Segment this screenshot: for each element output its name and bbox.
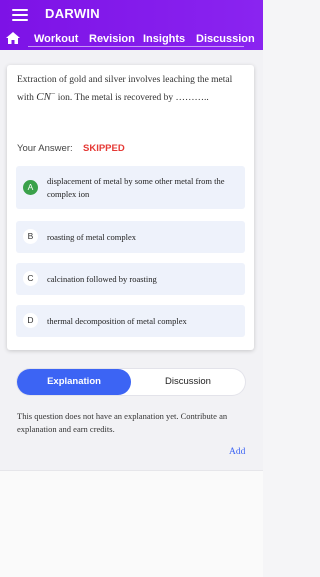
app-title: DARWIN — [45, 6, 100, 21]
option-text-a: displacement of metal by some other meta… — [47, 176, 225, 199]
option-badge-d: D — [23, 313, 38, 328]
option-d[interactable]: D thermal decomposition of metal complex — [16, 305, 245, 337]
tab-discussion[interactable]: Discussion — [131, 369, 245, 395]
option-b[interactable]: B roasting of metal complex — [16, 221, 245, 253]
option-text-d: thermal decomposition of metal complex — [47, 316, 187, 326]
add-explanation-link[interactable]: Add — [229, 447, 245, 457]
nav-tab-discussion[interactable]: Discussion — [196, 33, 255, 45]
option-text-b: roasting of metal complex — [47, 232, 136, 242]
bottom-pane — [0, 470, 263, 577]
nav-tab-workout[interactable]: Workout — [34, 33, 78, 45]
explanation-text: This question does not have an explanati… — [17, 411, 228, 434]
app-bar: DARWIN Workout Revision Insights Discuss… — [0, 0, 263, 50]
explanation-discussion-toggle: Explanation Discussion — [17, 369, 245, 395]
option-badge-a: A — [23, 180, 38, 195]
option-a[interactable]: A displacement of metal by some other me… — [16, 166, 245, 209]
nav-underline — [28, 46, 244, 47]
option-c[interactable]: C calcination followed by roasting — [16, 263, 245, 295]
question-card: Extraction of gold and silver involves l… — [7, 65, 254, 350]
hamburger-menu-icon[interactable] — [12, 8, 30, 22]
option-badge-b: B — [23, 229, 38, 244]
question-text: Extraction of gold and silver involves l… — [17, 75, 233, 104]
your-answer-label: Your Answer: — [17, 143, 73, 154]
nav-tab-insights[interactable]: Insights — [143, 33, 185, 45]
option-badge-c: C — [23, 271, 38, 286]
answer-status-badge: SKIPPED — [83, 143, 125, 154]
home-icon[interactable] — [6, 32, 20, 44]
math-expression: CN — [36, 91, 51, 104]
tab-explanation[interactable]: Explanation — [17, 369, 131, 395]
option-text-c: calcination followed by roasting — [47, 274, 157, 284]
nav-tab-revision[interactable]: Revision — [89, 33, 135, 45]
